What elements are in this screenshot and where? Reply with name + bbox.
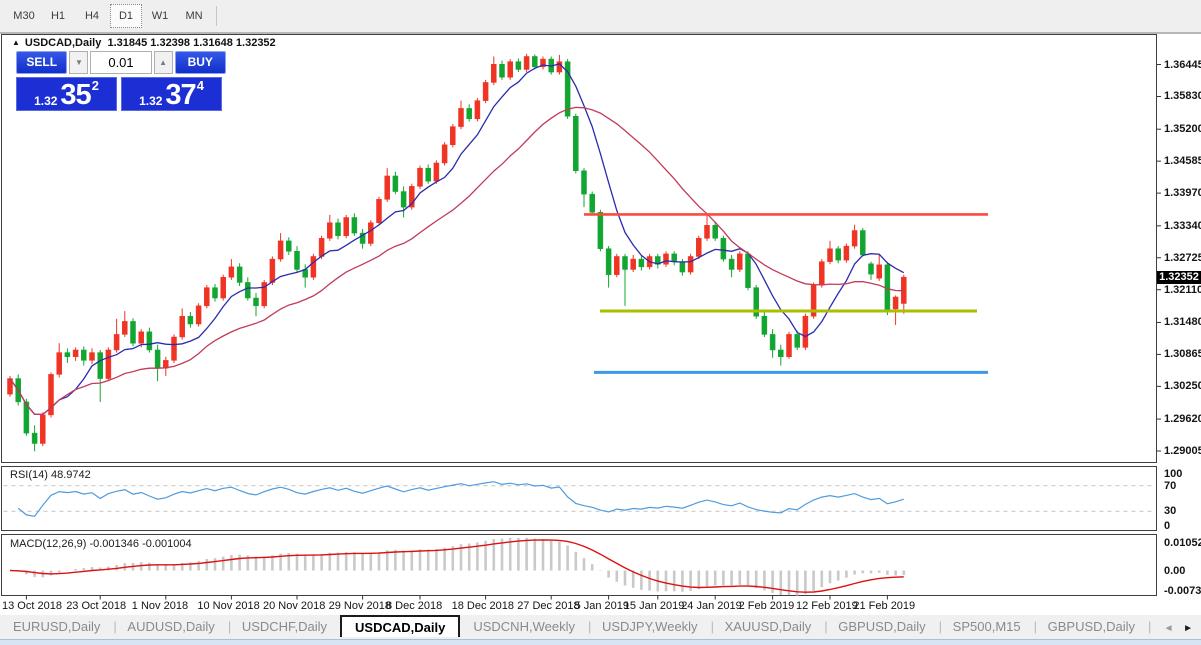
date-axis-label: 8 Dec 2018	[386, 600, 443, 612]
date-axis-label: 18 Dec 2018	[451, 600, 514, 612]
chart-tab-usdjpy-weekly[interactable]: USDJPY,Weekly	[589, 615, 711, 639]
timeframe-button-MN[interactable]: MN	[178, 4, 210, 28]
price-axis-label: 1.29620	[1164, 413, 1201, 426]
price-axis-label: 1.32110	[1164, 283, 1201, 296]
price-axis-label: 1.34585	[1164, 155, 1201, 168]
tab-separator: |	[1148, 619, 1152, 634]
price-axis-label: 1.33340	[1164, 219, 1201, 232]
price-axis-label: 1.35830	[1164, 90, 1201, 103]
chart-tab-eurusd-daily[interactable]: EURUSD,Daily	[0, 615, 113, 639]
date-axis-label: 13 Oct 2018	[2, 600, 62, 612]
timeframe-button-H4[interactable]: H4	[76, 4, 108, 28]
price-axis-label: 1.35200	[1164, 123, 1201, 136]
current-price-badge: 1.32352	[1157, 270, 1201, 284]
timeframe-button-W1[interactable]: W1	[144, 4, 176, 28]
chart-symbol-label: USDCAD,Daily	[24, 37, 102, 49]
price-axis-label: 1.36445	[1164, 58, 1201, 71]
rsi-axis-label: 70	[1164, 479, 1177, 492]
date-axis-label: 20 Nov 2018	[263, 600, 326, 612]
date-axis-label: 27 Dec 2018	[517, 600, 580, 612]
macd-axis-label: 0.010525	[1164, 536, 1201, 549]
date-axis-label: 2 Feb 2019	[738, 600, 795, 612]
rsi-axis-label: 100	[1164, 467, 1183, 480]
lot-decrease-button[interactable]: ▼	[69, 51, 89, 74]
buy-button[interactable]: BUY	[174, 51, 226, 74]
lot-size-input[interactable]: 0.01	[90, 51, 152, 74]
chart-tab-xauusd-daily[interactable]: XAUUSD,Daily	[712, 615, 825, 639]
price-axis-label: 1.33970	[1164, 187, 1201, 200]
chart-tab-gbpusd-daily[interactable]: GBPUSD,Daily	[825, 615, 938, 639]
price-axis-label: 1.30865	[1164, 348, 1201, 361]
chart-tab-gbpusd-daily[interactable]: GBPUSD,Daily	[1035, 615, 1148, 639]
timeframe-toolbar: M30 H1 H4 D1 W1 MN	[0, 0, 1201, 34]
date-axis-label: 24 Jan 2019	[681, 600, 742, 612]
chart-ohlc-values: 1.31845 1.32398 1.31648 1.32352	[107, 37, 276, 49]
date-axis-label: 1 Nov 2018	[131, 600, 189, 612]
chart-tab-bar: EURUSD,Daily | AUDUSD,Daily | USDCHF,Daily US…	[0, 615, 1201, 645]
collapse-panel-icon[interactable]: ▲	[12, 38, 20, 47]
price-axis-label: 1.30250	[1164, 380, 1201, 393]
mt4-window: M30 H1 H4 D1 W1 MN ▲ USDCAD,Daily 1.31845 1.32…	[0, 0, 1201, 645]
macd-axis-label: 0.00	[1164, 564, 1186, 577]
chart-tab-usdcnh-weekly[interactable]: USDCNH,Weekly	[460, 615, 588, 639]
bid-big-digits: 35	[60, 79, 91, 111]
date-axis-label: 21 Feb 2019	[853, 600, 916, 612]
chart-tab-usdchf-daily[interactable]: USDCHF,Daily	[229, 615, 340, 639]
bid-pip-digit: 2	[91, 78, 99, 93]
macd-indicator-label: MACD(12,26,9) -0.001346 -0.001004	[10, 538, 192, 550]
ask-pip-digit: 4	[196, 78, 204, 93]
tab-scroll-left-icon[interactable]: ◄	[1164, 623, 1174, 634]
macd-axis-label: -0.0073	[1164, 584, 1201, 597]
rsi-indicator-label: RSI(14) 48.9742	[10, 469, 91, 481]
date-axis-label: 12 Feb 2019	[796, 600, 858, 612]
rsi-axis-label: 0	[1164, 519, 1171, 532]
date-axis-label: 10 Nov 2018	[197, 600, 260, 612]
ask-big-digits: 37	[165, 79, 196, 111]
timeframe-button-H1[interactable]: H1	[42, 4, 74, 28]
price-axis-label: 1.32725	[1164, 251, 1201, 264]
tab-scroll-right-icon[interactable]: ►	[1183, 623, 1193, 634]
chart-title: ▲ USDCAD,Daily 1.31845 1.32398 1.31648 1.…	[12, 37, 276, 49]
ask-prefix: 1.32	[139, 94, 163, 108]
date-axis-label: 5 Jan 2019	[574, 600, 630, 612]
sell-button[interactable]: SELL	[16, 51, 68, 74]
date-axis-label: 15 Jan 2019	[623, 600, 685, 612]
price-axis-label: 1.29005	[1164, 445, 1201, 458]
rsi-axis-label: 30	[1164, 505, 1177, 518]
price-axis-label: 1.31480	[1164, 316, 1201, 329]
bottom-strip	[0, 639, 1201, 645]
lot-increase-button[interactable]: ▲	[153, 51, 173, 74]
bid-prefix: 1.32	[34, 94, 58, 108]
date-axis-label: 23 Oct 2018	[66, 600, 127, 612]
ask-quote-panel[interactable]: 1.32 37 4	[121, 77, 222, 111]
timeframe-button-M30[interactable]: M30	[8, 4, 40, 28]
timeframe-button-D1[interactable]: D1	[110, 4, 142, 28]
chart-tab-sp500-m15[interactable]: SP500,M15	[940, 615, 1034, 639]
bid-quote-panel[interactable]: 1.32 35 2	[16, 77, 117, 111]
chart-tab-audusd-daily[interactable]: AUDUSD,Daily	[114, 615, 227, 639]
date-axis-label: 29 Nov 2018	[328, 600, 391, 612]
chart-tab-usdcad-daily[interactable]: USDCAD,Daily	[340, 615, 461, 637]
one-click-trading-panel: SELL ▼ 0.01 ▲ BUY 1.32 35 2 1.32 37 4	[16, 51, 226, 111]
toolbar-separator	[216, 6, 217, 26]
